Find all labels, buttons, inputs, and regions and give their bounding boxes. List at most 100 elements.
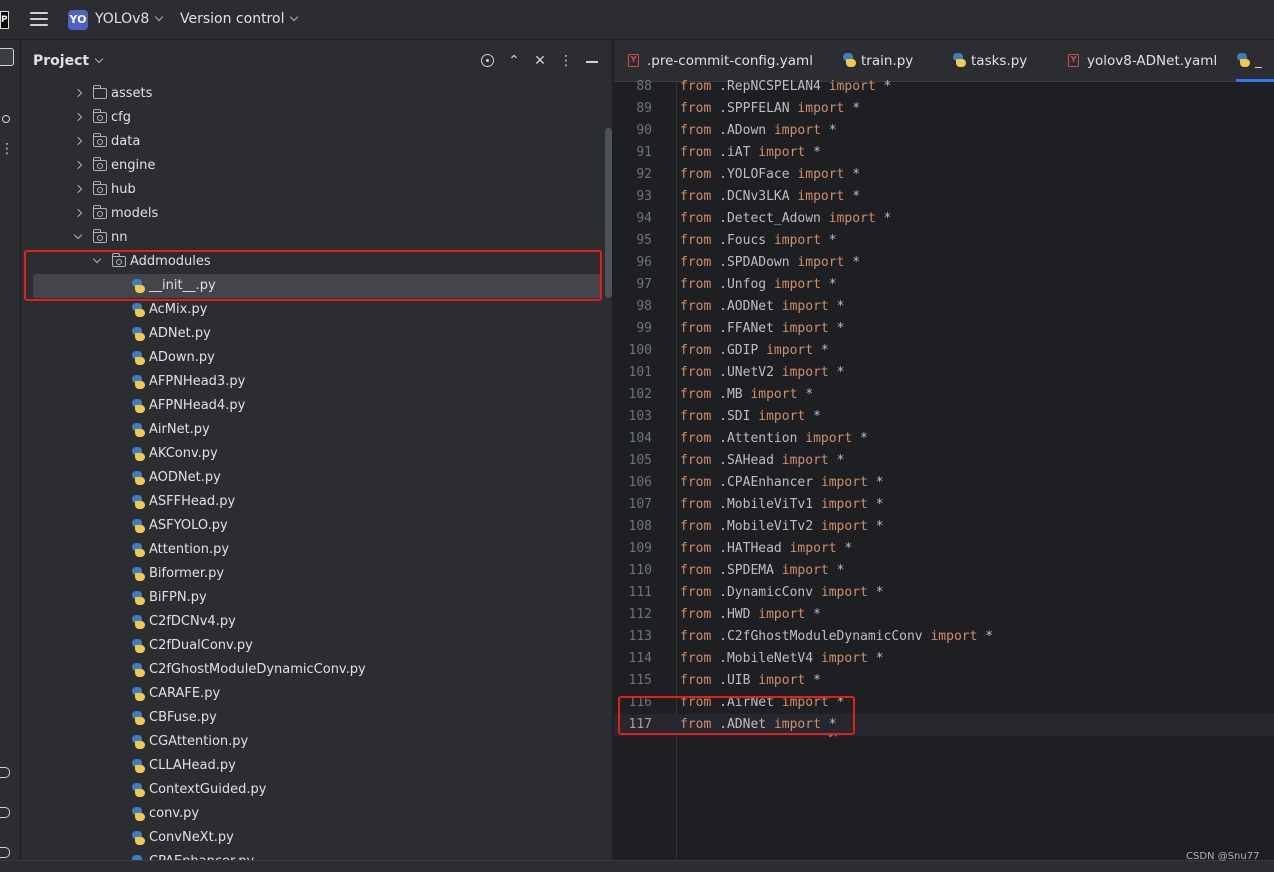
highlight-box-addmodules: [24, 250, 602, 301]
code-line[interactable]: 97 from .Unfog import *: [614, 274, 1274, 296]
code-line[interactable]: 112 from .HWD import *: [614, 604, 1274, 626]
code-line[interactable]: 104 from .Attention import *: [614, 428, 1274, 450]
code-line[interactable]: 105 from .SAHead import *: [614, 450, 1274, 472]
code-line[interactable]: 90 from .ADown import *: [614, 120, 1274, 142]
tree-folder-item[interactable]: hub: [21, 178, 612, 202]
tree-file-item[interactable]: AirNet.py: [21, 418, 612, 442]
tree-file-item[interactable]: AcMix.py: [21, 298, 612, 322]
project-switcher[interactable]: YOLOv8: [95, 11, 164, 27]
code-line[interactable]: 113 from .C2fGhostModuleDynamicConv impor…: [614, 626, 1274, 648]
tree-item-label: ASFYOLO.py: [149, 518, 228, 533]
code-line[interactable]: 107 from .MobileViTv1 import *: [614, 494, 1274, 516]
tree-file-item[interactable]: CPAEnhancer.py: [21, 850, 612, 860]
project-badge[interactable]: YO: [68, 10, 88, 30]
code-line[interactable]: 108 from .MobileViTv2 import *: [614, 516, 1274, 538]
code-text: from .AODNet import *: [680, 296, 844, 318]
line-number: 100: [628, 343, 652, 358]
code-line[interactable]: 91 from .iAT import *: [614, 142, 1274, 164]
tree-file-item[interactable]: C2fDCNv4.py: [21, 610, 612, 634]
options-icon[interactable]: ⋮: [558, 53, 574, 69]
tree-file-item[interactable]: AODNet.py: [21, 466, 612, 490]
project-view-selector[interactable]: Project: [33, 53, 104, 69]
tree-file-item[interactable]: ContextGuided.py: [21, 778, 612, 802]
code-line[interactable]: 109 from .HATHead import *: [614, 538, 1274, 560]
code-line[interactable]: 93 from .DCNv3LKA import *: [614, 186, 1274, 208]
tree-file-item[interactable]: ConvNeXt.py: [21, 826, 612, 850]
keyword-import: import: [781, 321, 829, 336]
main-menu-icon[interactable]: [30, 12, 48, 28]
tree-folder-item[interactable]: cfg: [21, 106, 612, 130]
code-line[interactable]: 100 from .GDIP import *: [614, 340, 1274, 362]
collapse-all-icon[interactable]: ✕: [532, 53, 548, 69]
code-line[interactable]: 103 from .SDI import *: [614, 406, 1274, 428]
code-line[interactable]: 111 from .DynamicConv import *: [614, 582, 1274, 604]
tree-file-item[interactable]: AFPNHead3.py: [21, 370, 612, 394]
version-control-menu[interactable]: Version control: [180, 11, 299, 27]
chevron-right-icon[interactable]: [73, 88, 83, 98]
import-star: *: [883, 79, 892, 94]
chevron-right-icon[interactable]: [73, 184, 83, 194]
tree-file-item[interactable]: Attention.py: [21, 538, 612, 562]
tree-file-item[interactable]: ADNet.py: [21, 322, 612, 346]
project-tool-icon[interactable]: [0, 48, 14, 66]
chevron-right-icon[interactable]: [73, 160, 83, 170]
tree-folder-item[interactable]: models: [21, 202, 612, 226]
keyword-from: from: [680, 651, 712, 666]
project-scrollbar[interactable]: [605, 128, 612, 298]
chevron-right-icon[interactable]: [73, 208, 83, 218]
python-packages-icon[interactable]: [0, 764, 14, 782]
import-star: *: [883, 211, 892, 226]
project-panel: Project ⌃ ✕ ⋮ assets cfg data engine hub mode…: [21, 40, 613, 860]
tree-folder-item[interactable]: engine: [21, 154, 612, 178]
chevron-right-icon[interactable]: [73, 136, 83, 146]
highlight-box-line-117: [618, 696, 855, 735]
tree-file-item[interactable]: ASFYOLO.py: [21, 514, 612, 538]
locate-file-icon[interactable]: [480, 53, 496, 69]
tree-file-item[interactable]: CBFuse.py: [21, 706, 612, 730]
code-line[interactable]: 101 from .UNetV2 import *: [614, 362, 1274, 384]
commit-tool-icon[interactable]: [0, 110, 14, 128]
code-line[interactable]: 106 from .CPAEnhancer import *: [614, 472, 1274, 494]
code-line[interactable]: 110 from .SPDEMA import *: [614, 560, 1274, 582]
expand-all-icon[interactable]: ⌃: [506, 53, 522, 69]
tree-file-item[interactable]: conv.py: [21, 802, 612, 826]
tree-file-item[interactable]: ASFFHead.py: [21, 490, 612, 514]
tree-file-item[interactable]: AFPNHead4.py: [21, 394, 612, 418]
code-line[interactable]: 115 from .UIB import *: [614, 670, 1274, 692]
code-line[interactable]: 114 from .MobileNetV4 import *: [614, 648, 1274, 670]
tree-file-item[interactable]: ADown.py: [21, 346, 612, 370]
more-tools-icon[interactable]: ⋮: [0, 140, 14, 158]
code-line[interactable]: 94 from .Detect_Adown import *: [614, 208, 1274, 230]
tree-file-item[interactable]: CLLAHead.py: [21, 754, 612, 778]
tree-file-item[interactable]: AKConv.py: [21, 442, 612, 466]
python-file-icon: [131, 663, 145, 677]
tree-file-item[interactable]: CGAttention.py: [21, 730, 612, 754]
code-line[interactable]: 96 from .SPDADown import *: [614, 252, 1274, 274]
line-number: 105: [628, 453, 652, 468]
layers-icon[interactable]: [0, 804, 14, 822]
tree-folder-item[interactable]: assets: [21, 82, 612, 106]
tree-folder-item[interactable]: nn: [21, 226, 612, 250]
tree-file-item[interactable]: C2fGhostModuleDynamicConv.py: [21, 658, 612, 682]
tree-file-item[interactable]: BiFPN.py: [21, 586, 612, 610]
chevron-down-icon[interactable]: [73, 230, 83, 240]
tree-file-item[interactable]: Biformer.py: [21, 562, 612, 586]
hide-panel-icon[interactable]: [584, 53, 600, 69]
chevron-right-icon[interactable]: [73, 112, 83, 122]
tree-item-label: C2fGhostModuleDynamicConv.py: [149, 662, 366, 677]
keyword-import: import: [828, 79, 876, 94]
python-file-icon: [842, 53, 856, 67]
keyword-import: import: [797, 189, 845, 204]
tree-item-label: ADNet.py: [149, 326, 211, 341]
code-line[interactable]: 99 from .FFANet import *: [614, 318, 1274, 340]
keyword-import: import: [820, 585, 868, 600]
code-line[interactable]: 88 from .RepNCSPELAN4 import *: [614, 76, 1274, 98]
code-line[interactable]: 92 from .YOLOFace import *: [614, 164, 1274, 186]
code-line[interactable]: 98 from .AODNet import *: [614, 296, 1274, 318]
code-line[interactable]: 95 from .Foucs import *: [614, 230, 1274, 252]
tree-folder-item[interactable]: data: [21, 130, 612, 154]
code-line[interactable]: 89 from .SPPFELAN import *: [614, 98, 1274, 120]
tree-file-item[interactable]: C2fDualConv.py: [21, 634, 612, 658]
tree-file-item[interactable]: CARAFE.py: [21, 682, 612, 706]
code-line[interactable]: 102 from .MB import *: [614, 384, 1274, 406]
